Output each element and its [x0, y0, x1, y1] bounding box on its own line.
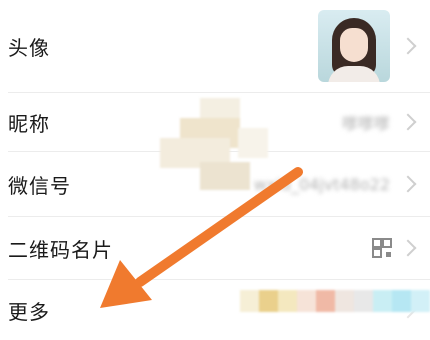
chevron-right-icon — [399, 175, 417, 193]
chevron-right-icon — [399, 113, 417, 131]
qr-code-icon — [372, 238, 392, 258]
profile-settings-screen: 头像 昵称 嗲嗲嗲 微信号 wxid_04jvt48o22 二维码名片 更多 — [0, 0, 430, 340]
qr-code-label: 二维码名片 — [8, 237, 113, 262]
avatar-image — [318, 10, 390, 82]
privacy-mosaic — [160, 98, 280, 194]
qr-code-row[interactable]: 二维码名片 — [0, 217, 430, 279]
nickname-value: 嗲嗲嗲 — [341, 114, 390, 133]
avatar-row[interactable]: 头像 — [0, 0, 430, 92]
chevron-right-icon — [399, 37, 417, 55]
bottom-mosaic — [240, 290, 430, 312]
avatar-label: 头像 — [8, 35, 50, 60]
chevron-right-icon — [399, 239, 417, 257]
